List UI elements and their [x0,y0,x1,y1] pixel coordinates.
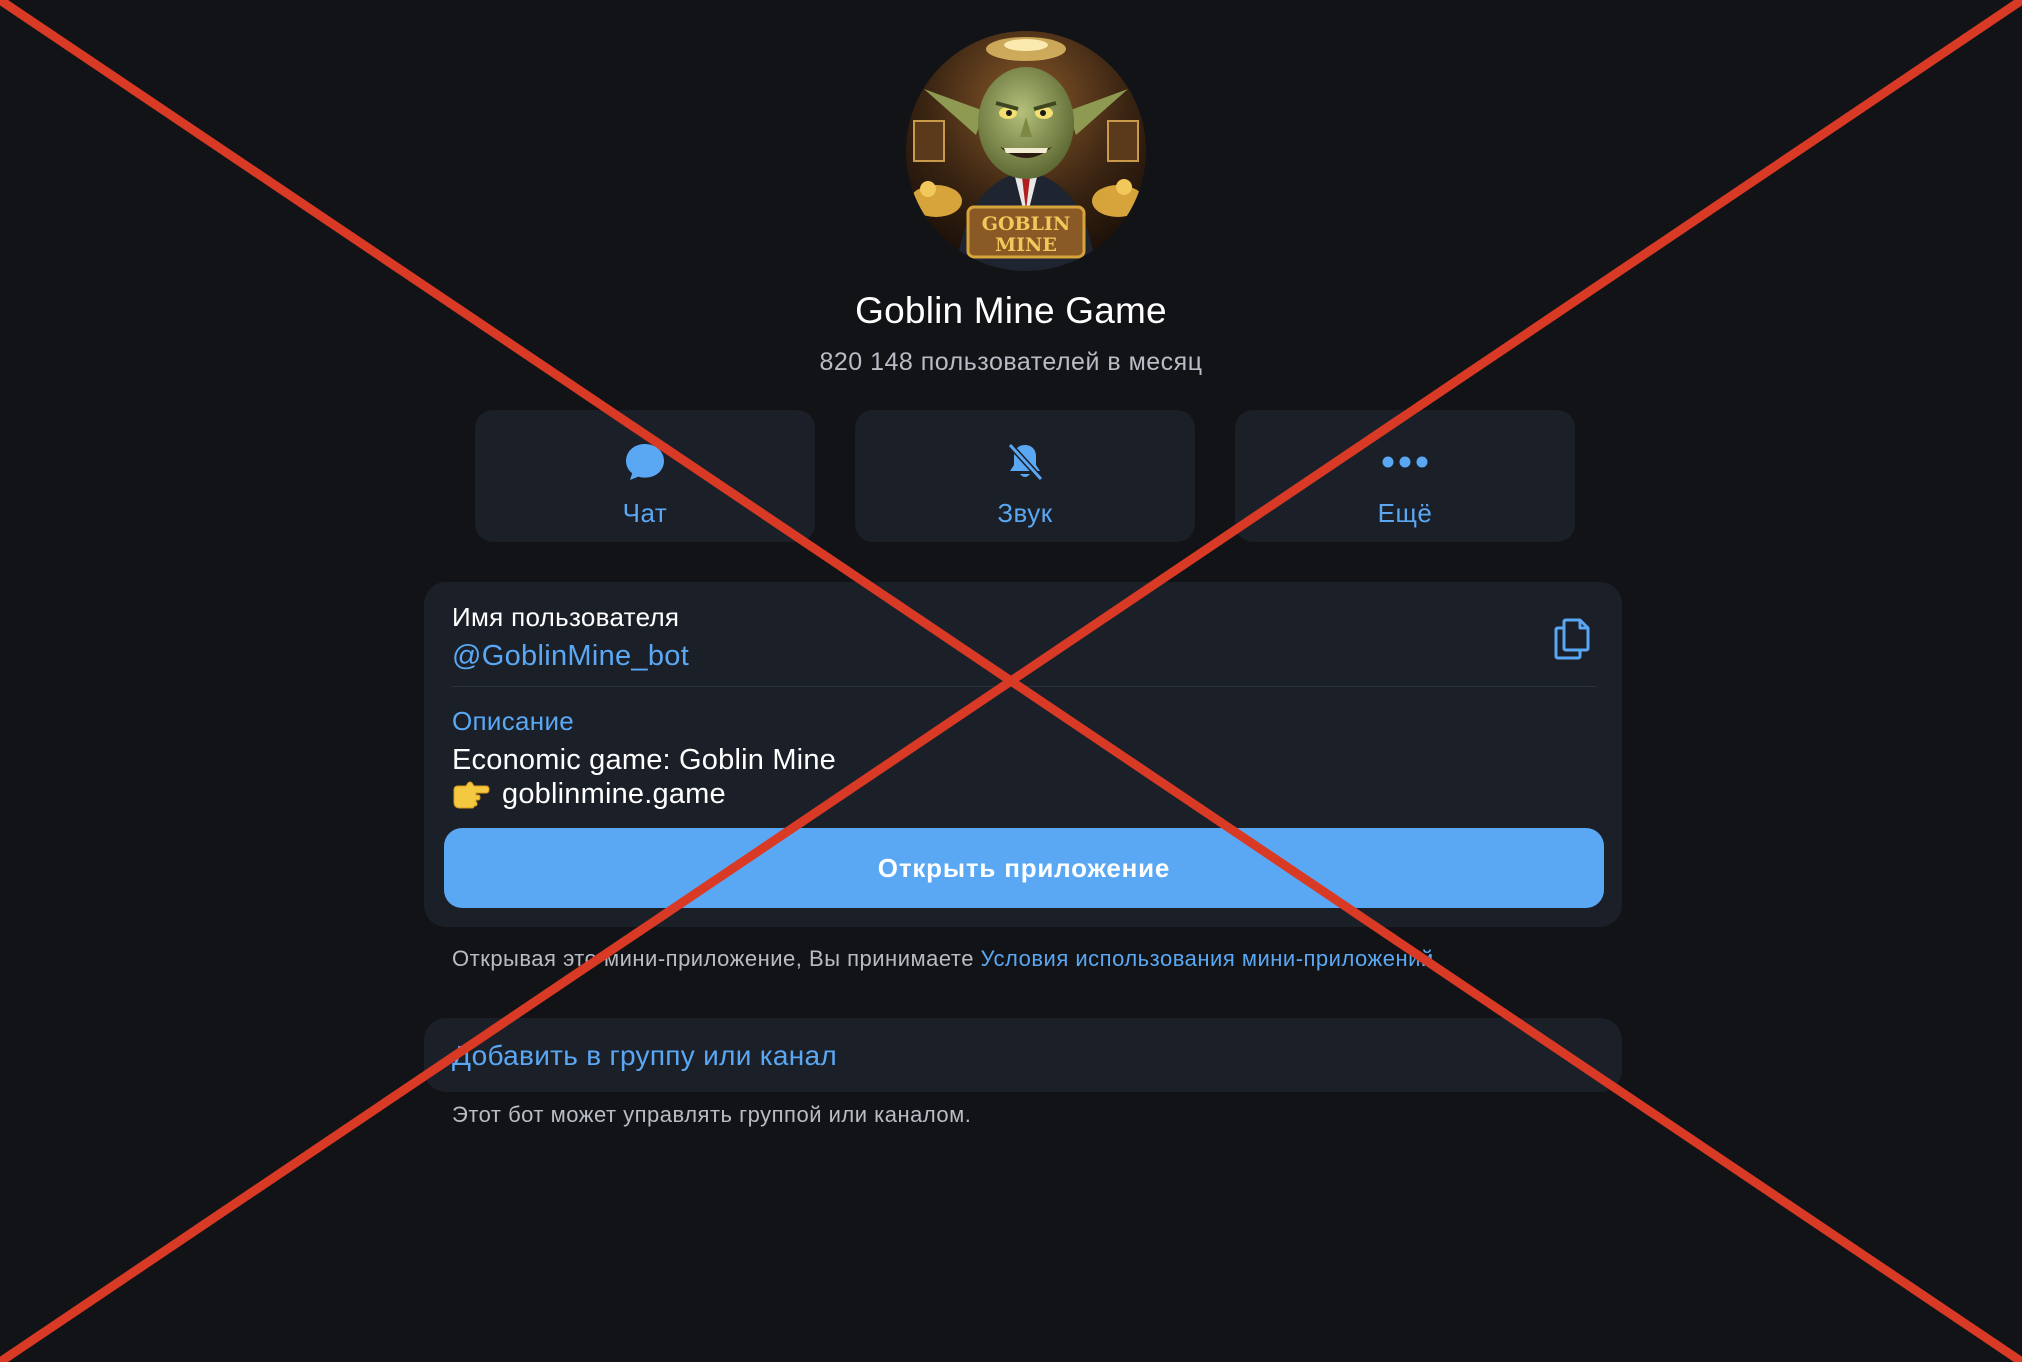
description-line-1: Economic game: Goblin Mine [452,744,836,777]
monthly-users: 820 148 пользователей в месяц [819,348,1203,376]
terms-link[interactable]: Условия использования мини-приложений [981,946,1434,971]
sound-button[interactable]: Звук [855,410,1195,542]
more-button[interactable]: Ещё [1235,410,1575,542]
add-to-group-hint: Этот бот может управлять группой или кан… [452,1102,972,1127]
chat-button-label: Чат [622,498,668,528]
pointing-hand-icon [452,780,490,810]
chat-button[interactable]: Чат [475,410,815,542]
username-value[interactable]: @GoblinMine_bot [452,640,689,673]
username-label: Имя пользователя [452,602,680,632]
description-text-1: Economic game: Goblin Mine [452,744,836,776]
description-label: Описание [452,706,575,736]
more-dots-icon [1235,440,1575,484]
goblin-avatar-icon: GOBLIN MINE [906,31,1146,271]
chat-bubble-icon [475,440,815,484]
bot-avatar[interactable]: GOBLIN MINE [906,31,1146,271]
avatar-sign-line1: GOBLIN [982,213,1070,235]
description-link-text[interactable]: goblinmine.game [502,778,726,811]
bot-profile-page: GOBLIN MINE Goblin Mine Game 820 148 пол… [0,0,2022,1362]
bot-name: Goblin Mine Game [855,290,1167,331]
description-line-2: goblinmine.game [452,778,726,811]
terms-notice: Открывая это мини-приложение, Вы принима… [452,946,1440,972]
terms-suffix: . [1433,946,1441,971]
open-app-button[interactable]: Открыть приложение [444,828,1604,908]
add-to-group-label: Добавить в группу или канал [452,1040,838,1071]
bell-muted-icon [855,440,1195,484]
sound-button-label: Звук [997,498,1053,528]
bot-info-card: Имя пользователя @GoblinMine_bot Описани… [424,582,1622,927]
add-to-group-button[interactable]: Добавить в группу или канал [424,1018,1622,1092]
terms-prefix: Открывая это мини-приложение, Вы принима… [452,946,981,971]
divider [452,686,1596,687]
more-button-label: Ещё [1377,498,1433,528]
avatar-sign-line2: MINE [995,234,1057,256]
copy-icon[interactable] [1552,614,1596,662]
